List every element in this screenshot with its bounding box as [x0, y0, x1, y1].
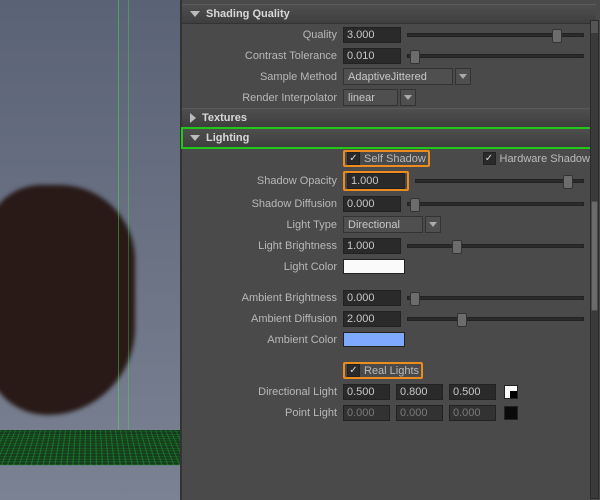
viewport-guideline [128, 0, 129, 460]
row-sample-method: Sample Method AdaptiveJittered [182, 66, 596, 87]
field-label: Light Brightness [188, 240, 343, 252]
row-shadow-opacity: Shadow Opacity 1.000 [182, 169, 596, 193]
sample-method-dropdown-arrow[interactable] [455, 68, 471, 85]
point-light-z: 0.000 [449, 405, 496, 421]
quality-input[interactable]: 3.000 [343, 27, 401, 43]
contrast-slider[interactable] [407, 54, 584, 58]
disclosure-icon [190, 113, 196, 123]
quality-slider[interactable] [407, 33, 584, 37]
panel-scrollbar[interactable] [590, 20, 599, 499]
directional-light-y[interactable]: 0.800 [396, 384, 443, 400]
section-header-shading-quality[interactable]: Shading Quality [182, 4, 596, 24]
field-label: Point Light [188, 407, 343, 419]
field-label: Sample Method [188, 71, 343, 83]
shadow-diffusion-input[interactable]: 0.000 [343, 196, 401, 212]
shadow-diffusion-slider[interactable] [407, 202, 584, 206]
light-color-swatch[interactable] [343, 259, 405, 274]
field-label: Contrast Tolerance [188, 50, 343, 62]
light-type-dropdown-arrow[interactable] [425, 216, 441, 233]
section-header-lighting[interactable]: Lighting [182, 128, 596, 148]
field-label: Quality [188, 29, 343, 41]
section-title: Shading Quality [206, 8, 290, 20]
row-ambient-color: Ambient Color [182, 329, 596, 350]
disclosure-icon [190, 11, 200, 17]
row-contrast-tolerance: Contrast Tolerance 0.010 [182, 45, 596, 66]
row-shadow-diffusion: Shadow Diffusion 0.000 [182, 193, 596, 214]
viewport-guideline [118, 0, 119, 460]
ambient-color-swatch[interactable] [343, 332, 405, 347]
field-label: Directional Light [188, 386, 343, 398]
section-title: Textures [202, 112, 247, 124]
field-label: Shadow Opacity [188, 175, 343, 187]
row-light-brightness: Light Brightness 1.000 [182, 235, 596, 256]
light-brightness-slider[interactable] [407, 244, 584, 248]
directional-color-icon[interactable] [504, 385, 518, 399]
shadow-opacity-input[interactable]: 1.000 [347, 173, 405, 189]
ambient-diffusion-slider[interactable] [407, 317, 584, 321]
row-point-light: Point Light 0.000 0.000 0.000 [182, 402, 596, 423]
field-label: Ambient Color [188, 334, 343, 346]
row-render-interpolator: Render Interpolator linear [182, 87, 596, 108]
directional-light-z[interactable]: 0.500 [449, 384, 496, 400]
properties-panel: Shading Quality Quality 3.000 Contrast T… [180, 0, 600, 500]
sample-method-dropdown[interactable]: AdaptiveJittered [343, 68, 453, 85]
contrast-input[interactable]: 0.010 [343, 48, 401, 64]
directional-light-x[interactable]: 0.500 [343, 384, 390, 400]
ambient-brightness-input[interactable]: 0.000 [343, 290, 401, 306]
row-ambient-brightness: Ambient Brightness 0.000 [182, 287, 596, 308]
row-shadow-checkboxes: Self Shadow Hardware Shadow [182, 148, 596, 169]
field-label: Ambient Brightness [188, 292, 343, 304]
row-real-lights: Real Lights [182, 360, 596, 381]
chevron-down-icon [404, 95, 412, 100]
field-label: Light Color [188, 261, 343, 273]
row-quality: Quality 3.000 [182, 24, 596, 45]
ambient-diffusion-input[interactable]: 2.000 [343, 311, 401, 327]
point-light-y: 0.000 [396, 405, 443, 421]
section-header-textures[interactable]: Textures [182, 108, 596, 128]
real-lights-checkbox[interactable] [347, 364, 360, 377]
field-label: Ambient Diffusion [188, 313, 343, 325]
render-interpolator-dropdown[interactable]: linear [343, 89, 398, 106]
row-light-type: Light Type Directional [182, 214, 596, 235]
point-light-x: 0.000 [343, 405, 390, 421]
self-shadow-checkbox[interactable] [347, 152, 360, 165]
render-interpolator-dropdown-arrow[interactable] [400, 89, 416, 106]
row-directional-light: Directional Light 0.500 0.800 0.500 [182, 381, 596, 402]
point-color-icon [504, 406, 518, 420]
light-type-dropdown[interactable]: Directional [343, 216, 423, 233]
disclosure-icon [190, 135, 200, 141]
row-ambient-diffusion: Ambient Diffusion 2.000 [182, 308, 596, 329]
checkbox-label: Self Shadow [364, 153, 426, 165]
section-title: Lighting [206, 132, 249, 144]
shadow-opacity-highlighted: 1.000 [343, 171, 409, 191]
ambient-brightness-slider[interactable] [407, 296, 584, 300]
real-lights-highlighted: Real Lights [343, 362, 423, 379]
viewport[interactable] [0, 0, 180, 500]
scrollbar-up-icon[interactable] [591, 21, 598, 33]
hardware-shadow-checkbox[interactable] [483, 152, 496, 165]
chevron-down-icon [459, 74, 467, 79]
chevron-down-icon [429, 222, 437, 227]
field-label: Light Type [188, 219, 343, 231]
checkbox-label: Hardware Shadow [500, 153, 591, 165]
light-brightness-input[interactable]: 1.000 [343, 238, 401, 254]
viewport-grid [0, 430, 180, 465]
row-light-color: Light Color [182, 256, 596, 277]
field-label: Shadow Diffusion [188, 198, 343, 210]
field-label: Render Interpolator [188, 92, 343, 104]
shadow-opacity-slider[interactable] [415, 179, 584, 183]
checkbox-label: Real Lights [364, 365, 419, 377]
self-shadow-highlighted: Self Shadow [343, 150, 430, 167]
scrollbar-thumb[interactable] [591, 201, 598, 311]
viewport-object [0, 185, 135, 415]
